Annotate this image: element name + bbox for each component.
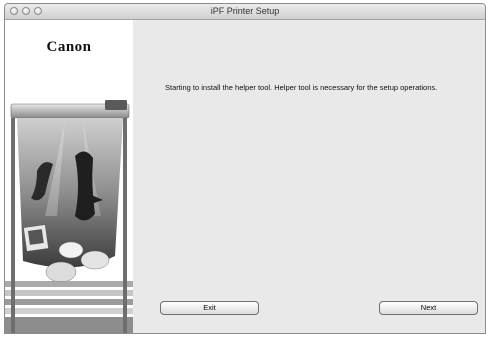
title-bar: iPF Printer Setup bbox=[5, 4, 485, 20]
next-button[interactable]: Next bbox=[379, 301, 478, 315]
window-title: iPF Printer Setup bbox=[210, 6, 280, 16]
printer-illustration bbox=[5, 100, 133, 333]
sidebar: Canon bbox=[5, 20, 134, 333]
status-message: Starting to install the helper tool. Hel… bbox=[165, 83, 438, 92]
canon-logo: Canon bbox=[46, 39, 92, 55]
installer-window: iPF Printer Setup Canon Starting to inst… bbox=[4, 3, 486, 334]
exit-button[interactable]: Exit bbox=[160, 301, 259, 315]
content-area: Starting to install the helper tool. Hel… bbox=[133, 20, 485, 333]
